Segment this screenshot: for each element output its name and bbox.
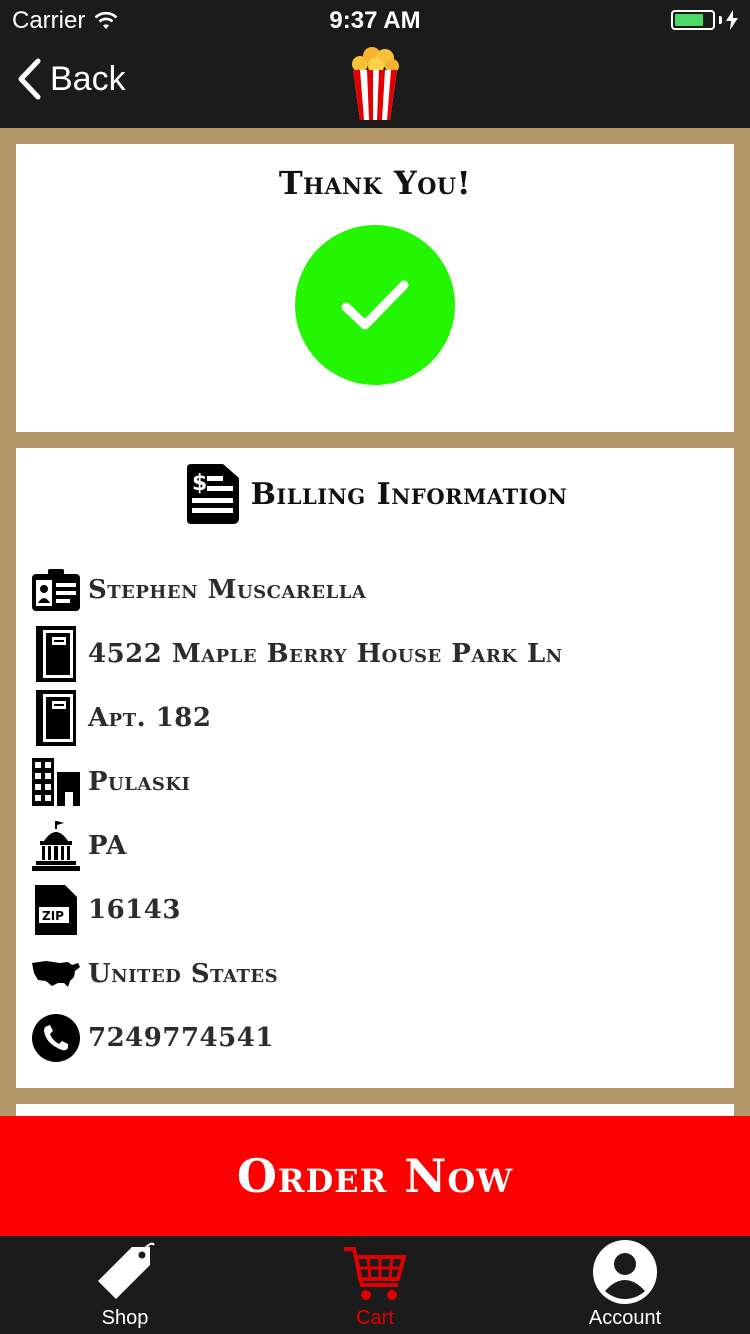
billing-country: United States	[88, 959, 279, 989]
billing-header: $ Billing Information	[16, 464, 734, 524]
tab-bar: Shop Cart Account	[0, 1236, 750, 1334]
address-book-icon	[32, 626, 80, 682]
account-icon	[593, 1240, 657, 1304]
top-bar: Carrier 9:37 AM Back	[0, 0, 750, 128]
billing-name: Stephen Muscarella	[88, 575, 367, 605]
chevron-left-icon	[18, 58, 41, 100]
billing-name-row: Stephen Muscarella	[32, 564, 366, 616]
billing-city: Pulaski	[88, 767, 191, 797]
tab-account-label: Account	[588, 1307, 662, 1329]
zip-file-icon: ZIP	[32, 885, 80, 935]
id-card-icon	[32, 566, 80, 614]
address-book-icon	[32, 690, 80, 746]
popcorn-logo-icon	[352, 47, 399, 120]
back-button[interactable]: Back	[16, 58, 126, 100]
phone-icon	[32, 1014, 80, 1062]
billing-city-row: Pulaski	[32, 756, 190, 808]
invoice-icon: $	[186, 464, 239, 524]
back-label: Back	[50, 59, 126, 98]
thank-you-title: Thank You!	[278, 164, 472, 202]
billing-state-row: PA	[32, 820, 127, 872]
usa-map-icon	[32, 950, 80, 998]
billing-country-row: United States	[32, 948, 278, 1000]
success-check-icon	[295, 225, 455, 385]
tag-icon	[98, 1242, 155, 1299]
tab-cart-label: Cart	[356, 1307, 394, 1329]
tab-cart[interactable]: Cart	[250, 1236, 500, 1334]
tab-shop[interactable]: Shop	[0, 1236, 250, 1334]
billing-address1: 4522 Maple Berry House Park Ln	[88, 639, 563, 669]
capitol-building-icon	[32, 821, 80, 871]
svg-text:ZIP: ZIP	[42, 909, 64, 923]
billing-address2: Apt. 182	[88, 703, 212, 733]
city-buildings-icon	[32, 758, 80, 806]
status-time: 9:37 AM	[329, 7, 421, 34]
cart-icon	[344, 1247, 407, 1300]
tab-account[interactable]: Account	[500, 1236, 750, 1334]
charging-bolt-icon	[726, 10, 738, 30]
billing-phone: 7249774541	[88, 1023, 274, 1053]
billing-address2-row: Apt. 182	[32, 690, 212, 746]
thank-you-card: Thank You!	[16, 144, 734, 432]
svg-text:$: $	[192, 471, 207, 496]
billing-phone-row: 7249774541	[32, 1012, 274, 1064]
billing-zip: 16143	[88, 895, 181, 925]
billing-card: $ Billing Information Stephen Muscarella	[16, 448, 734, 1088]
billing-state: PA	[88, 831, 127, 861]
billing-zip-row: ZIP 16143	[32, 884, 181, 936]
order-now-button[interactable]: Order Now	[0, 1116, 750, 1236]
tab-shop-label: Shop	[101, 1307, 149, 1329]
billing-address1-row: 4522 Maple Berry House Park Ln	[32, 626, 563, 682]
battery-icon	[671, 10, 738, 30]
billing-title: Billing Information	[250, 476, 568, 512]
